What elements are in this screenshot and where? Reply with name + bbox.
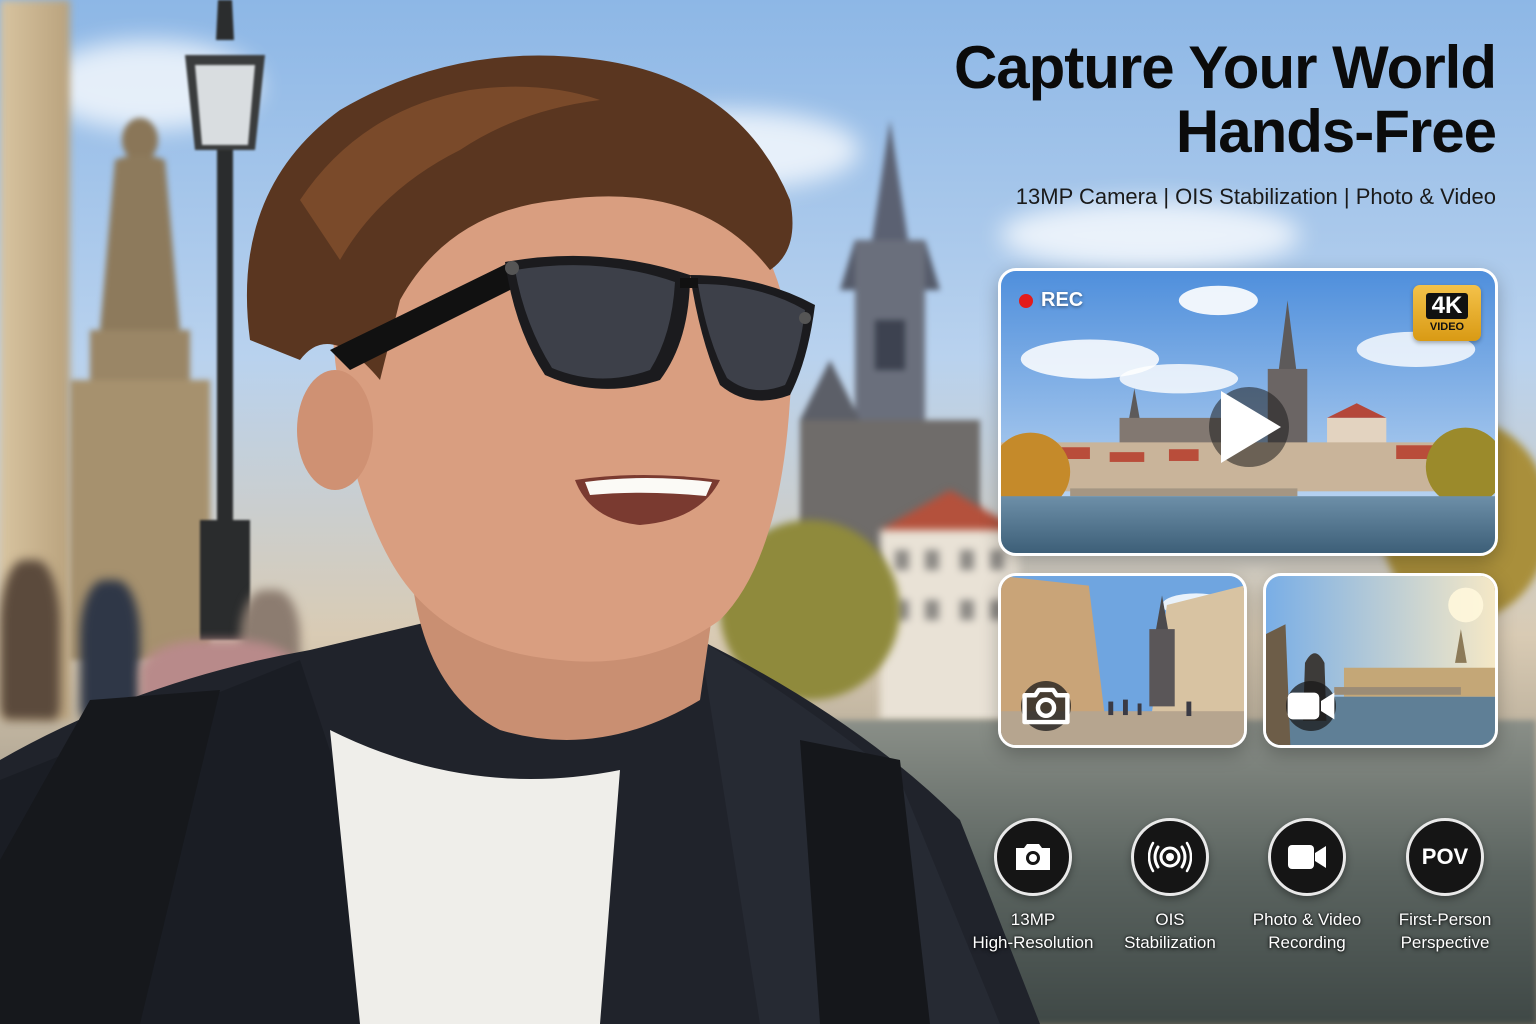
headline-title-line1: Capture Your World <box>953 34 1497 101</box>
feature-pov-badge: POV <box>1406 818 1484 896</box>
feature-photo-video-line2: Recording <box>1268 933 1346 952</box>
stabilization-icon <box>1148 841 1192 873</box>
headline-subtitle: 13MP Camera | OIS Stabilization | Photo … <box>1015 184 1496 209</box>
play-icon <box>1221 391 1281 463</box>
feature-pov-line1: First-Person <box>1398 910 1492 929</box>
camera-icon <box>1022 687 1070 725</box>
rec-dot-icon <box>1019 293 1033 308</box>
feature-photo-video: Photo & Video Recording <box>1232 818 1382 954</box>
feature-pov-label: First-Person Perspective <box>1399 908 1492 954</box>
feature-ois-line2: Stabilization <box>1124 933 1216 952</box>
feature-13mp-line2: High-Resolution <box>972 933 1094 952</box>
feature-pov: POV First-Person Perspective <box>1370 818 1520 954</box>
rec-indicator: REC <box>1019 289 1083 312</box>
headline-block: Capture Your World Hands-Free 13MP Camer… <box>856 34 1497 210</box>
feature-13mp: 13MP High-Resolution <box>958 818 1108 954</box>
feature-ois: OIS Stabilization <box>1095 818 1245 954</box>
feature-ois-badge <box>1131 818 1209 896</box>
headline-title: Capture Your World Hands-Free <box>856 34 1497 165</box>
rec-label: REC <box>1041 289 1084 311</box>
feature-photo-video-label: Photo & Video Recording <box>1253 908 1361 954</box>
feature-13mp-badge <box>994 818 1072 896</box>
feature-ois-label: OIS Stabilization <box>1124 908 1216 954</box>
feature-13mp-line1: 13MP <box>1010 910 1056 929</box>
photo-preview-card[interactable] <box>998 573 1247 748</box>
video-camera-icon <box>1287 692 1335 720</box>
headline-title-line2: Hands-Free <box>1175 98 1497 165</box>
4k-badge-sub: VIDEO <box>1429 321 1465 333</box>
4k-badge-main: 4K <box>1425 293 1469 319</box>
play-button[interactable] <box>1209 387 1289 467</box>
video-preview-card[interactable] <box>1263 573 1498 748</box>
camera-icon <box>1016 844 1050 870</box>
main-video-preview-card[interactable]: REC 4K VIDEO <box>998 268 1498 556</box>
feature-ois-line1: OIS <box>1155 910 1185 929</box>
video-mode-button[interactable] <box>1286 681 1336 731</box>
photo-mode-button[interactable] <box>1021 681 1071 731</box>
feature-photo-video-line1: Photo & Video <box>1252 910 1362 929</box>
feature-pov-line2: Perspective <box>1400 933 1490 952</box>
feature-photo-video-badge <box>1268 818 1346 896</box>
pov-icon-text: POV <box>1421 844 1469 869</box>
4k-video-badge: 4K VIDEO <box>1413 285 1481 341</box>
feature-13mp-label: 13MP High-Resolution <box>973 908 1094 954</box>
video-camera-icon <box>1288 845 1326 869</box>
